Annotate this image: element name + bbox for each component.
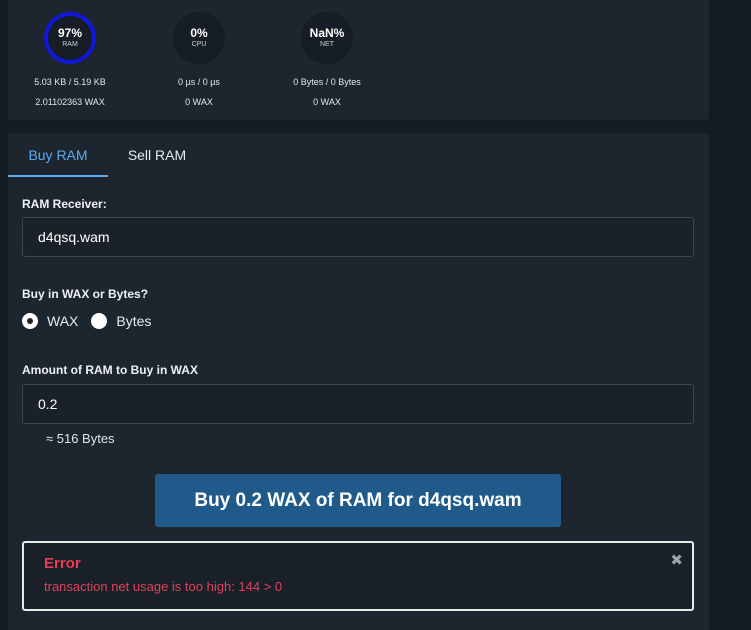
cpu-gauge-label: CPU xyxy=(191,41,207,48)
ram-stat: 97% RAM 5.03 KB / 5.19 KB 2.01102363 WAX xyxy=(0,0,140,108)
ram-gauge-label: RAM xyxy=(62,41,78,48)
net-percent: NaN% xyxy=(309,26,345,40)
ram-tabs: Buy RAM Sell RAM xyxy=(8,133,709,177)
error-alert: Error transaction net usage is too high:… xyxy=(22,541,694,611)
ram-usage: 5.03 KB / 5.19 KB xyxy=(34,77,106,87)
radio-checked-dot xyxy=(27,318,33,324)
tab-sell-ram[interactable]: Sell RAM xyxy=(108,133,206,177)
tab-buy-ram[interactable]: Buy RAM xyxy=(8,133,108,177)
cpu-staked: 0 WAX xyxy=(185,97,213,107)
radio-wax[interactable] xyxy=(22,313,38,329)
cpu-stat: 0% CPU 0 µs / 0 µs 0 WAX xyxy=(129,0,269,108)
cpu-gauge: 0% CPU xyxy=(173,12,225,64)
net-stat: NaN% NET 0 Bytes / 0 Bytes 0 WAX xyxy=(257,0,397,108)
approx-bytes: ≈ 516 Bytes xyxy=(46,431,115,446)
receiver-label: RAM Receiver: xyxy=(22,197,107,211)
close-icon[interactable]: ✖ xyxy=(670,553,683,569)
resource-stats-panel: 97% RAM 5.03 KB / 5.19 KB 2.01102363 WAX… xyxy=(8,0,709,120)
cpu-percent: 0% xyxy=(190,26,208,40)
buy-ram-button[interactable]: Buy 0.2 WAX of RAM for d4qsq.wam xyxy=(155,474,561,527)
receiver-input[interactable] xyxy=(22,217,694,257)
unit-radio-group: WAX Bytes xyxy=(22,313,164,329)
net-usage: 0 Bytes / 0 Bytes xyxy=(293,77,361,87)
net-gauge: NaN% NET xyxy=(301,12,353,64)
error-title: Error xyxy=(44,555,81,572)
amount-label: Amount of RAM to Buy in WAX xyxy=(22,363,198,377)
amount-input[interactable] xyxy=(22,384,694,424)
buy-ram-form: RAM Receiver: Buy in WAX or Bytes? WAX B… xyxy=(8,177,709,630)
net-staked: 0 WAX xyxy=(313,97,341,107)
radio-wax-label[interactable]: WAX xyxy=(47,313,78,329)
cpu-usage: 0 µs / 0 µs xyxy=(178,77,220,87)
ram-staked: 2.01102363 WAX xyxy=(35,97,105,107)
ram-percent: 97% xyxy=(57,26,83,40)
radio-bytes[interactable] xyxy=(91,313,108,329)
unit-question-label: Buy in WAX or Bytes? xyxy=(22,287,149,301)
ram-gauge: 97% RAM xyxy=(44,12,96,64)
error-message: transaction net usage is too high: 144 >… xyxy=(44,579,283,594)
net-gauge-label: NET xyxy=(320,41,334,48)
radio-bytes-label[interactable]: Bytes xyxy=(116,313,151,329)
